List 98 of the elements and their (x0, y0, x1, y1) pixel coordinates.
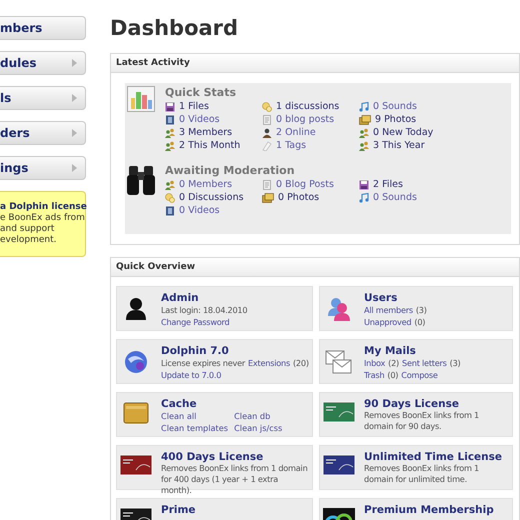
people-icon (165, 180, 175, 190)
globe-swirl-icon (123, 349, 149, 375)
menu-label: ders (0, 126, 30, 140)
stat-link[interactable]: 0 Sounds (359, 192, 417, 203)
link[interactable]: Inbox (364, 357, 386, 369)
card-description: Removes BoonEx links from 1 domain for unlimited time. (364, 463, 480, 485)
document-icon (262, 180, 272, 190)
stat-link[interactable]: 1 Files (165, 101, 209, 112)
link[interactable]: Trash (364, 369, 384, 381)
link[interactable]: Update to 7.0.0 (161, 369, 222, 381)
license-notice: a Dolphin license e BoonEx ads from and support evelopment. (0, 191, 86, 257)
info-text: Last login: 18.04.2010 (161, 304, 248, 316)
card-title[interactable]: My Mails (364, 345, 416, 357)
card-description: Removes BoonEx links from 1 domain for 90 days. (364, 410, 480, 432)
sidebar-menu-item[interactable]: ls (0, 86, 86, 110)
sidebar-menu-item[interactable]: mbers (0, 16, 86, 40)
info-text: (20) (292, 357, 309, 369)
card-title[interactable]: 400 Days License (161, 451, 264, 463)
envelopes-icon (325, 349, 353, 375)
arrow-right-icon (72, 94, 77, 102)
card-title[interactable]: Prime (161, 504, 196, 516)
binoculars-icon (127, 164, 155, 196)
stat-link[interactable]: 1 Tags (262, 140, 306, 151)
link[interactable]: Extensions (248, 357, 290, 369)
people-icon (165, 128, 175, 138)
music-note-icon (359, 192, 369, 202)
photo-frames-icon (359, 114, 371, 124)
tag-icon (262, 140, 272, 150)
box-icon (123, 402, 149, 424)
people-icon (359, 128, 369, 138)
person-icon (262, 128, 272, 138)
chat-bubble-icon (262, 102, 272, 112)
stat-link[interactable]: 0 Videos (165, 114, 220, 125)
card-title[interactable]: Users (364, 292, 398, 304)
stat-link[interactable]: 0 Discussions (165, 192, 244, 203)
link[interactable]: All members (364, 304, 413, 316)
sidebar-menu-item[interactable]: dules (0, 51, 86, 75)
page-title: Dashboard (110, 15, 238, 41)
arrow-right-icon (72, 59, 77, 67)
license-card-icon (120, 455, 152, 475)
stat-link[interactable]: 0 Sounds (359, 101, 417, 112)
link[interactable]: Compose (401, 369, 438, 381)
info-text: (3) (450, 357, 461, 369)
link[interactable]: Clean all (161, 410, 196, 422)
card-title[interactable]: Dolphin 7.0 (161, 345, 229, 357)
panel-header: Latest Activity (111, 54, 519, 73)
stat-link[interactable]: 3 Members (165, 127, 232, 138)
arrow-right-icon (72, 129, 77, 137)
film-icon (165, 206, 175, 216)
document-icon (262, 114, 272, 124)
link[interactable]: Clean templates (161, 422, 228, 434)
stat-link[interactable]: 9 Photos (359, 114, 416, 125)
person-silhouette-icon (123, 296, 149, 322)
license-card-icon (323, 402, 355, 422)
card-title[interactable]: Admin (161, 292, 199, 304)
panel-header: Quick Overview (111, 258, 519, 277)
info-text: (0) (387, 369, 398, 381)
stat-link[interactable]: 2 Online (262, 127, 316, 138)
license-card-icon (323, 455, 355, 475)
link[interactable]: Clean db (234, 410, 270, 422)
stat-link[interactable]: 1 discussions (262, 101, 340, 112)
stat-link[interactable]: 2 Files (359, 179, 403, 190)
info-text: License expires never (161, 357, 245, 369)
film-icon (165, 114, 175, 124)
info-text: (2) (388, 357, 400, 369)
stat-link[interactable]: 0 Blog Posts (262, 179, 334, 190)
panel-title: Awaiting Moderation (165, 164, 295, 177)
stat-link[interactable]: 2 This Month (165, 140, 240, 151)
sidebar-menu-item[interactable]: ings (0, 156, 86, 180)
arrow-right-icon (72, 164, 77, 172)
menu-label: dules (0, 56, 37, 70)
link[interactable]: Sent letters (402, 357, 447, 369)
stat-link[interactable]: 0 Photos (262, 192, 320, 203)
link[interactable]: Change Password (161, 316, 230, 328)
info-text: (3) (416, 304, 427, 316)
card-title[interactable]: 90 Days License (364, 398, 459, 410)
two-people-icon (326, 296, 352, 322)
info-text: (0) (414, 316, 426, 328)
people-icon (165, 140, 175, 150)
music-note-icon (359, 102, 369, 112)
menu-label: ls (0, 91, 12, 105)
menu-label: ings (0, 161, 28, 175)
chat-bubble-icon (165, 192, 175, 202)
stat-link[interactable]: 0 blog posts (262, 114, 334, 125)
photo-frames-icon (262, 192, 274, 202)
stat-link[interactable]: 3 This Year (359, 140, 425, 151)
card-title[interactable]: Premium Membership (364, 504, 494, 516)
stat-link[interactable]: 0 Members (165, 179, 232, 190)
card-title[interactable]: Unlimited Time License (364, 451, 502, 463)
panel-title: Quick Stats (165, 86, 236, 99)
sidebar-menu-item[interactable]: ders (0, 121, 86, 145)
stat-link[interactable]: 0 Videos (165, 205, 220, 216)
card-title[interactable]: Cache (161, 398, 197, 410)
card-description: Removes BoonEx links from 1 domain for 400 days (1 year + 1 extra month). (161, 463, 308, 496)
link[interactable]: Unapproved (364, 316, 412, 328)
link[interactable]: Clean js/css (234, 422, 282, 434)
people-icon (359, 140, 369, 150)
stat-link[interactable]: 0 New Today (359, 127, 434, 138)
